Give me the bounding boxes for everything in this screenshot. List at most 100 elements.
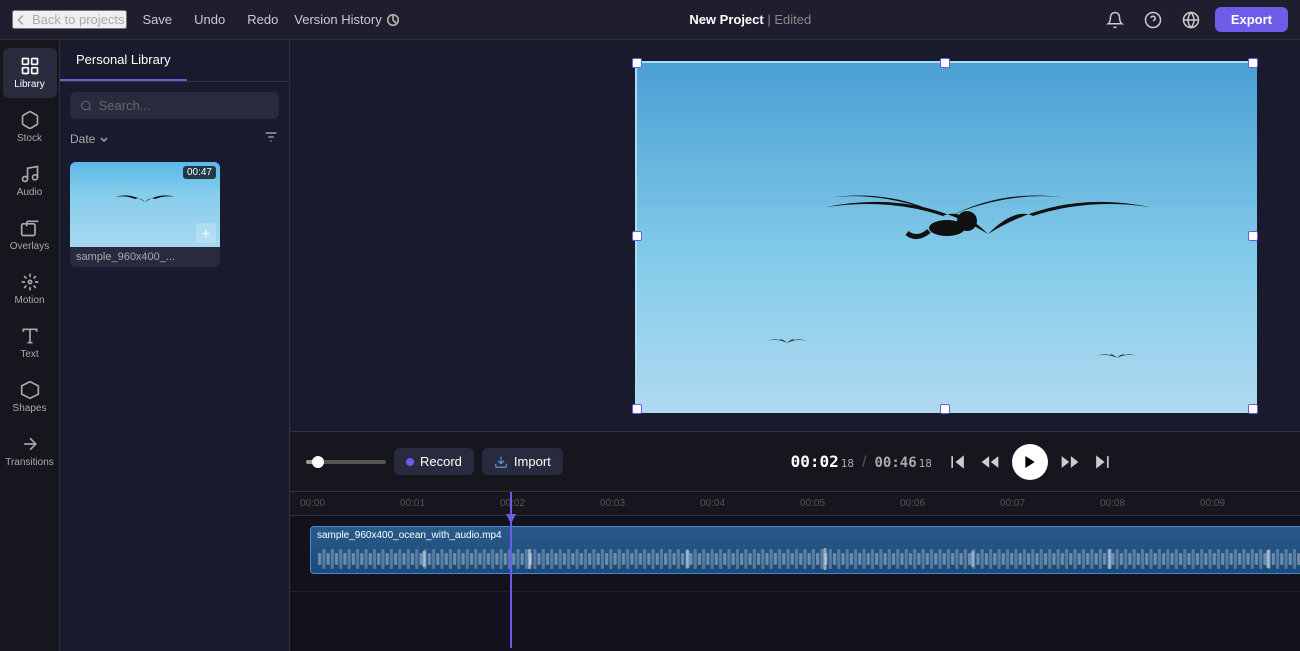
ruler-mark-3: 00:03 bbox=[600, 498, 700, 509]
library-tabs: Personal Library bbox=[60, 40, 289, 82]
topbar: Back to projects Save Undo Redo Version … bbox=[0, 0, 1300, 40]
play-pause-button[interactable] bbox=[1012, 444, 1048, 480]
ruler-mark-4: 00:04 bbox=[700, 498, 800, 509]
selection-handle-middle-right[interactable] bbox=[1248, 231, 1258, 241]
sidebar-overlays-label: Overlays bbox=[10, 241, 49, 252]
import-button[interactable]: Import bbox=[482, 448, 563, 475]
sidebar-item-overlays[interactable]: Overlays bbox=[3, 210, 57, 260]
version-history-label: Version History bbox=[294, 12, 381, 27]
sidebar-library-label: Library bbox=[14, 79, 45, 90]
sidebar-item-audio[interactable]: Audio bbox=[3, 156, 57, 206]
sidebar-item-shapes[interactable]: Shapes bbox=[3, 372, 57, 422]
time-separator: / bbox=[862, 454, 866, 472]
back-label: Back to projects bbox=[32, 12, 125, 27]
date-filter-button[interactable]: Date bbox=[70, 132, 109, 146]
search-icon bbox=[80, 99, 93, 113]
media-filename: sample_960x400_... bbox=[70, 247, 220, 267]
notifications-button[interactable] bbox=[1101, 6, 1129, 34]
main-layout: Library Stock Audio Overlays Motion Text… bbox=[0, 40, 1300, 651]
clip-title: sample_960x400_ocean_with_audio.mp4 bbox=[311, 527, 1300, 544]
filter-button[interactable] bbox=[263, 129, 279, 148]
video-clip[interactable]: sample_960x400_ocean_with_audio.mp4 bbox=[310, 526, 1300, 574]
timeline-ruler: 00:00 00:01 00:02 00:03 00:04 00:05 00:0… bbox=[290, 492, 1300, 516]
preview-canvas bbox=[290, 40, 1300, 431]
ruler-mark-5: 00:05 bbox=[800, 498, 900, 509]
save-button[interactable]: Save bbox=[137, 9, 179, 30]
ruler-mark-8: 00:08 bbox=[1100, 498, 1200, 509]
timeline: 00:00 00:01 00:02 00:03 00:04 00:05 00:0… bbox=[290, 491, 1300, 651]
video-sky bbox=[637, 63, 1253, 409]
record-button[interactable]: Record bbox=[394, 448, 474, 475]
selection-handle-top-left[interactable] bbox=[632, 58, 642, 68]
import-icon bbox=[494, 455, 508, 469]
ruler-mark-6: 00:06 bbox=[900, 498, 1000, 509]
ruler-mark-7: 00:07 bbox=[1000, 498, 1100, 509]
selection-handle-bottom-center[interactable] bbox=[940, 404, 950, 414]
chevron-down-icon bbox=[99, 134, 109, 144]
record-label: Record bbox=[420, 454, 462, 469]
undo-button[interactable]: Undo bbox=[188, 9, 231, 30]
sidebar-item-transitions[interactable]: Transitions bbox=[3, 426, 57, 476]
redo-button[interactable]: Redo bbox=[241, 9, 284, 30]
sidebar-item-stock[interactable]: Stock bbox=[3, 102, 57, 152]
timeline-playhead[interactable] bbox=[510, 516, 512, 648]
selection-handle-bottom-left[interactable] bbox=[632, 404, 642, 414]
ruler-mark-0: 00:00 bbox=[300, 498, 400, 509]
total-frames: 18 bbox=[919, 457, 932, 470]
sidebar-stock-label: Stock bbox=[17, 133, 42, 144]
playback-center: 00:02 18 / 00:46 18 bbox=[791, 444, 1112, 480]
video-content bbox=[637, 63, 1257, 413]
project-title: New Project | Edited bbox=[412, 12, 1089, 27]
total-time-block: 00:46 18 bbox=[874, 455, 931, 471]
thumb-duration: 00:47 bbox=[183, 166, 216, 179]
fast-forward-button[interactable] bbox=[1060, 452, 1080, 472]
selection-handle-top-right[interactable] bbox=[1248, 58, 1258, 68]
sidebar-item-text[interactable]: Text bbox=[3, 318, 57, 368]
ruler-mark-2: 00:02 bbox=[500, 498, 600, 509]
add-media-button[interactable]: + bbox=[196, 223, 216, 243]
topbar-right: Export bbox=[1101, 6, 1288, 34]
selection-handle-top-center[interactable] bbox=[940, 58, 950, 68]
record-icon bbox=[406, 458, 414, 466]
progress-thumb[interactable] bbox=[312, 456, 324, 468]
library-filter: Date bbox=[60, 129, 289, 156]
thumb-image: 00:47 + bbox=[70, 162, 220, 247]
video-frame bbox=[635, 61, 1255, 411]
skip-to-end-button[interactable] bbox=[1092, 452, 1112, 472]
selection-handle-middle-left[interactable] bbox=[632, 231, 642, 241]
current-frames: 18 bbox=[841, 457, 854, 470]
language-button[interactable] bbox=[1177, 6, 1205, 34]
clip-waveform bbox=[311, 544, 1300, 573]
back-to-projects-button[interactable]: Back to projects bbox=[12, 10, 127, 29]
skip-to-start-button[interactable] bbox=[948, 452, 968, 472]
left-sidebar: Library Stock Audio Overlays Motion Text… bbox=[0, 40, 60, 651]
sidebar-item-library[interactable]: Library bbox=[3, 48, 57, 98]
waveform-visual bbox=[317, 545, 1300, 573]
waveform-svg bbox=[317, 545, 1300, 573]
rewind-button[interactable] bbox=[980, 452, 1000, 472]
topbar-left: Back to projects Save Undo Redo Version … bbox=[12, 9, 400, 30]
current-time: 00:02 bbox=[791, 452, 839, 471]
library-panel: Personal Library Date bbox=[60, 40, 290, 651]
sidebar-motion-label: Motion bbox=[14, 295, 44, 306]
import-label: Import bbox=[514, 454, 551, 469]
personal-library-tab[interactable]: Personal Library bbox=[60, 40, 187, 81]
sidebar-transitions-label: Transitions bbox=[5, 457, 54, 468]
version-history-button[interactable]: Version History bbox=[294, 12, 399, 27]
sidebar-item-motion[interactable]: Motion bbox=[3, 264, 57, 314]
selection-handle-bottom-right[interactable] bbox=[1248, 404, 1258, 414]
preview-section: Record Import 00:02 18 / 00:46 18 bbox=[290, 40, 1300, 651]
library-content: 00:47 + sample_960x400_... bbox=[60, 156, 289, 651]
playhead-ruler bbox=[510, 492, 512, 515]
timecodes: 00:02 18 / 00:46 18 bbox=[791, 452, 932, 472]
progress-slider[interactable] bbox=[306, 460, 386, 464]
media-thumbnail[interactable]: 00:47 + sample_960x400_... bbox=[70, 162, 220, 267]
search-input[interactable] bbox=[99, 98, 269, 113]
playback-bar: Record Import 00:02 18 / 00:46 18 bbox=[290, 431, 1300, 491]
current-time-block: 00:02 18 bbox=[791, 452, 854, 471]
export-button[interactable]: Export bbox=[1215, 7, 1288, 32]
ruler-mark-9: 00:09 bbox=[1200, 498, 1300, 509]
sidebar-audio-label: Audio bbox=[17, 187, 43, 198]
timeline-track-area: sample_960x400_ocean_with_audio.mp4 bbox=[290, 516, 1300, 648]
help-button[interactable] bbox=[1139, 6, 1167, 34]
